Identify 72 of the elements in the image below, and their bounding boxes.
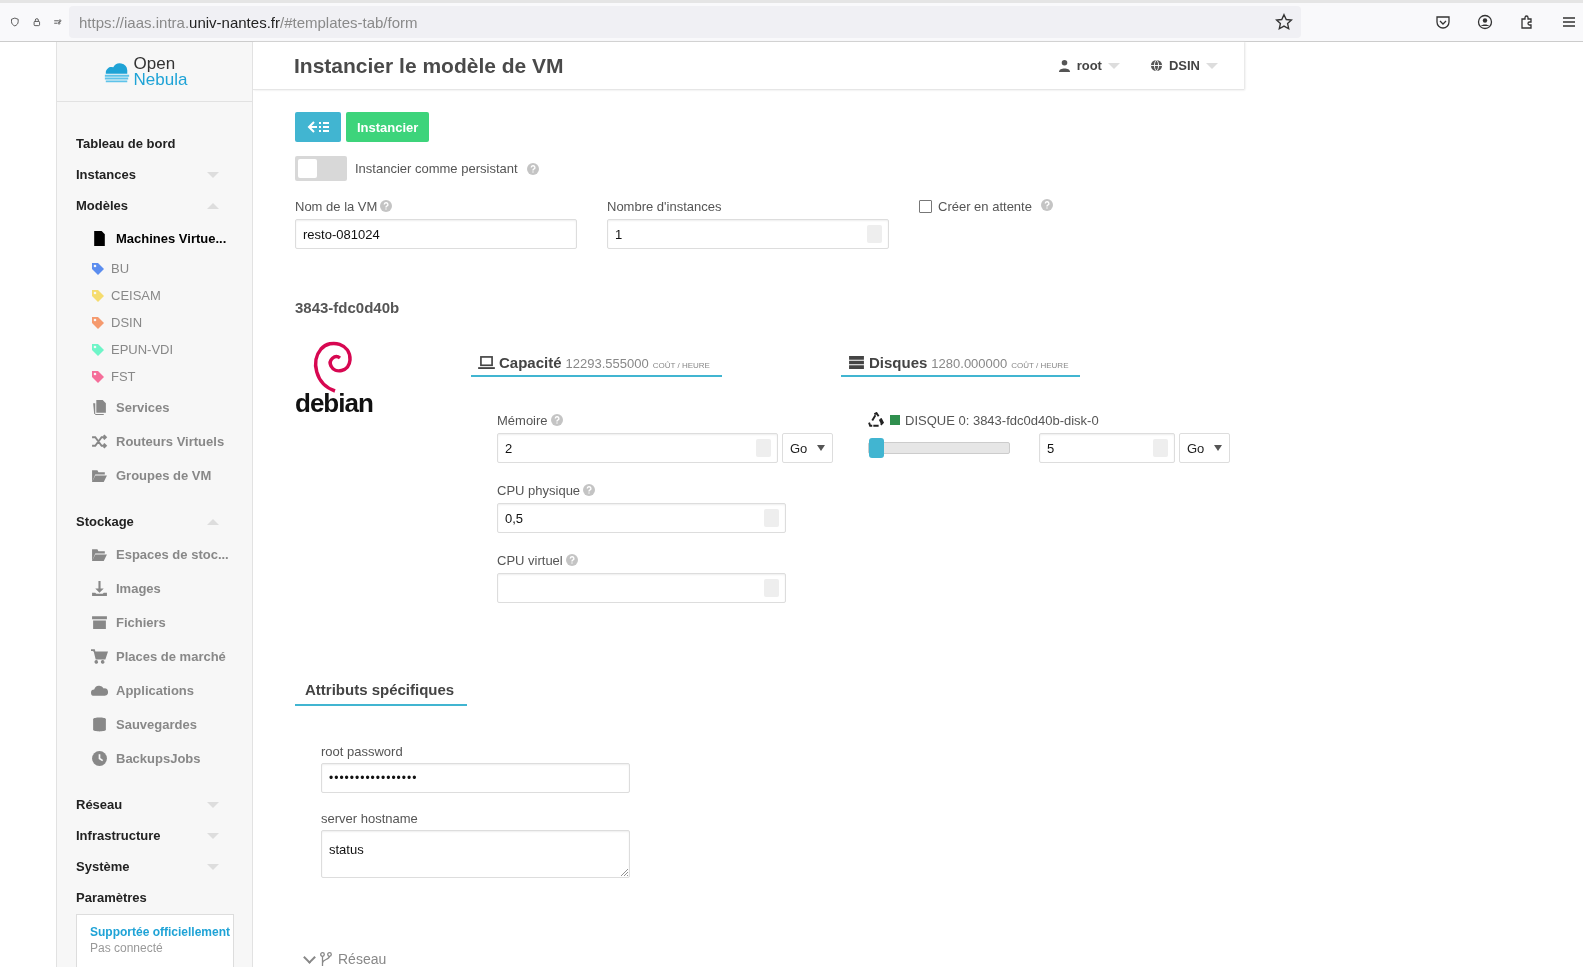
help-icon[interactable] — [550, 414, 563, 426]
checkbox-label: Créer en attente — [938, 199, 1032, 214]
number-field[interactable]: 0,5 — [497, 503, 786, 533]
laptop-icon — [478, 356, 495, 369]
field-label: Mémoire — [497, 412, 548, 428]
menu-section[interactable]: Infrastructure — [76, 820, 252, 851]
logo-text: Open — [133, 55, 177, 72]
checkbox[interactable] — [919, 200, 932, 213]
archive-icon — [91, 613, 108, 631]
cart-icon — [91, 647, 108, 665]
number-field[interactable]: 2 — [497, 433, 778, 463]
help-icon[interactable] — [526, 162, 539, 175]
zone-menu[interactable]: DSIN — [1143, 57, 1224, 74]
extensions-icon[interactable] — [1519, 14, 1535, 30]
menu-section[interactable]: Stockage — [76, 506, 252, 537]
logo-text: Nebula — [133, 71, 188, 88]
field-label: Nombre d'instances — [607, 198, 722, 214]
text-area[interactable]: status — [321, 830, 630, 878]
disk-label: DISQUE 0: 3843-fdc0d40b-disk-0 — [905, 412, 1099, 428]
pocket-icon[interactable] — [1435, 14, 1451, 30]
page-title: Instancier le modèle de VM — [294, 53, 564, 78]
menu-section[interactable]: Réseau — [76, 789, 252, 820]
toggle-switch[interactable] — [295, 156, 347, 181]
field-label: Nom de la VM — [295, 198, 378, 214]
menu-item[interactable]: Machines Virtue... — [76, 221, 252, 255]
toggle-label: Instancier comme persistant — [355, 161, 518, 176]
branch-icon — [320, 952, 332, 966]
help-icon[interactable] — [380, 200, 393, 212]
menu-section[interactable]: Instances — [76, 159, 252, 190]
files-icon — [91, 398, 108, 416]
help-icon[interactable] — [1040, 199, 1053, 211]
template-name: 3843-fdc0d40b — [295, 299, 401, 316]
input-field[interactable]: resto-081024 — [295, 219, 577, 249]
user-icon — [1057, 59, 1071, 72]
star-icon[interactable] — [1275, 13, 1293, 31]
download-icon — [91, 579, 108, 597]
recycle-icon[interactable] — [868, 411, 885, 429]
help-icon[interactable] — [583, 484, 596, 496]
slider-thumb[interactable] — [869, 438, 884, 458]
back-list-icon — [305, 120, 331, 134]
menu-section[interactable]: Tableau de bord — [76, 128, 252, 159]
unit-select[interactable]: Go — [1179, 433, 1230, 463]
password-field[interactable]: ••••••••••••••••• — [321, 763, 630, 793]
menu-section[interactable]: Modèles — [76, 190, 252, 221]
menu-icon[interactable] — [1561, 14, 1577, 30]
account-icon[interactable] — [1477, 14, 1493, 30]
support-status: Pas connecté — [90, 941, 164, 955]
network-section[interactable]: Réseau — [305, 951, 1244, 967]
shuffle-icon — [91, 432, 108, 450]
globe-icon — [1149, 59, 1163, 72]
number-field[interactable] — [497, 573, 786, 603]
unit-select[interactable]: Go — [782, 433, 833, 463]
database-icon — [91, 715, 108, 733]
field-label: CPU virtuel — [497, 552, 563, 568]
resize-grip-icon[interactable] — [620, 868, 628, 876]
user-menu[interactable]: root — [1051, 57, 1126, 74]
logo-text: debian — [295, 388, 373, 419]
help-icon[interactable] — [565, 554, 578, 566]
file-icon — [91, 229, 108, 247]
menu-section[interactable]: Système — [76, 851, 252, 882]
field-label: CPU physique — [497, 482, 581, 498]
disk-status-icon — [890, 415, 900, 425]
number-field[interactable]: 5 — [1039, 433, 1175, 463]
field-label: root password — [321, 744, 404, 759]
menu-section[interactable]: Paramètres — [76, 882, 252, 913]
back-button[interactable] — [295, 112, 341, 142]
number-field[interactable]: 1 — [607, 219, 889, 249]
field-label: server hostname — [321, 811, 419, 826]
address-bar[interactable]: https://iaas.intra.univ-nantes.fr/#templates-tab/form — [69, 6, 1301, 38]
clock-icon — [91, 749, 108, 767]
server-icon — [848, 356, 865, 369]
url-text: https://iaas.intra.univ-nantes.fr/#templates-tab/form — [79, 13, 418, 31]
